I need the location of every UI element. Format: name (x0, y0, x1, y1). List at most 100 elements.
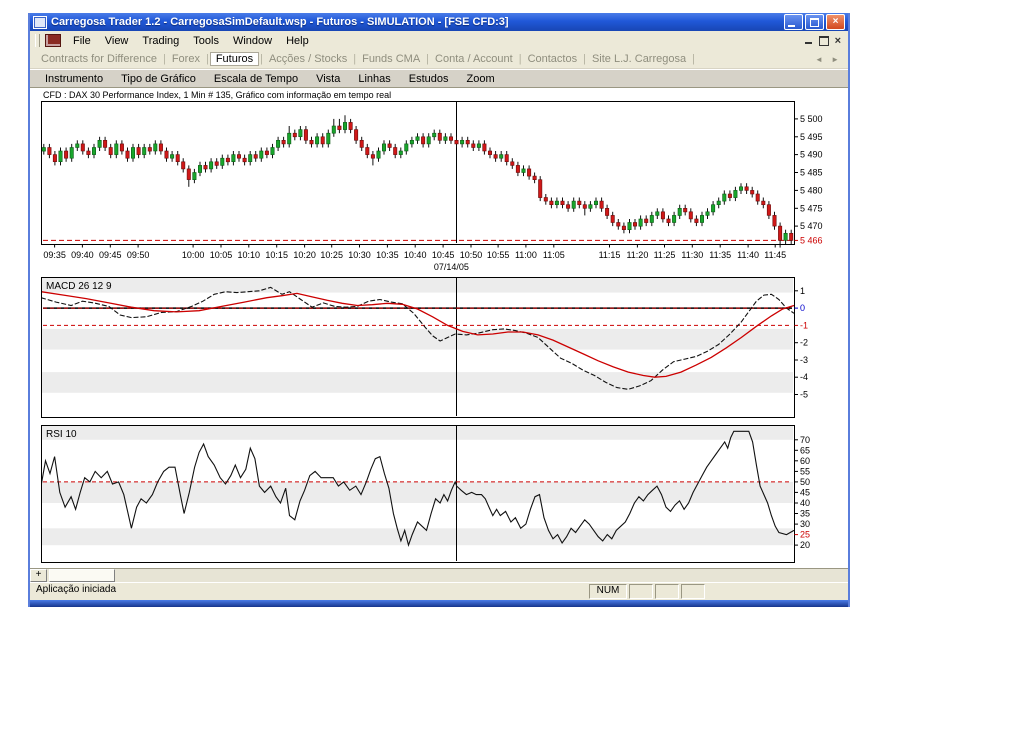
status-cell (655, 584, 679, 599)
menu-item-file[interactable]: File (66, 34, 98, 48)
svg-text:10:30: 10:30 (348, 250, 371, 260)
chart-menu-zoom[interactable]: Zoom (458, 72, 504, 86)
child-minimize-button[interactable] (805, 37, 813, 45)
window-bottom-border (30, 600, 848, 607)
tab-separator: | (583, 53, 586, 65)
svg-text:RSI 10: RSI 10 (46, 429, 77, 440)
svg-text:11:30: 11:30 (681, 250, 703, 260)
svg-text:0: 0 (800, 303, 805, 313)
svg-text:65: 65 (800, 445, 810, 455)
menu-grip[interactable] (35, 34, 40, 47)
tab-futuros[interactable]: Futuros (210, 52, 259, 66)
svg-text:45: 45 (800, 487, 810, 497)
tab-contracts-for-difference[interactable]: Contracts for Difference (36, 52, 162, 66)
svg-text:09:40: 09:40 (71, 250, 94, 260)
tab-contactos[interactable]: Contactos (523, 52, 583, 66)
tab-separator: | (206, 53, 209, 65)
menu-item-tools[interactable]: Tools (186, 34, 226, 48)
menu-bar: FileViewTradingToolsWindowHelp × (30, 31, 848, 50)
restore-button[interactable] (805, 14, 824, 30)
svg-text:MACD 26 12 9: MACD 26 12 9 (46, 281, 112, 292)
close-button[interactable]: × (826, 14, 845, 30)
minimize-button[interactable] (784, 14, 803, 30)
status-cells: NUM (589, 584, 705, 599)
menu-item-help[interactable]: Help (279, 34, 316, 48)
minimize-icon (788, 25, 795, 27)
tab-forex[interactable]: Forex (167, 52, 205, 66)
svg-text:11:45: 11:45 (764, 250, 786, 260)
chart-menu-escala-de-tempo[interactable]: Escala de Tempo (205, 72, 307, 86)
chart-window-icon[interactable] (45, 34, 61, 47)
svg-text:1: 1 (800, 286, 805, 296)
svg-text:30: 30 (800, 519, 810, 529)
svg-text:-5: -5 (800, 390, 808, 400)
svg-text:5 500: 5 500 (800, 114, 823, 124)
tab-conta-account[interactable]: Conta / Account (430, 52, 518, 66)
app-icon (33, 16, 47, 29)
svg-text:09:35: 09:35 (43, 250, 66, 260)
candlestick-chart[interactable]: 5 5005 4955 4905 4855 4805 4755 4705 466… (41, 101, 836, 276)
scrollbar-track[interactable] (115, 569, 848, 582)
svg-text:50: 50 (800, 477, 810, 487)
chart-menu-vista[interactable]: Vista (307, 72, 349, 86)
child-close-button[interactable]: × (835, 36, 841, 46)
svg-text:11:35: 11:35 (709, 250, 731, 260)
status-cell (629, 584, 653, 599)
svg-text:25: 25 (800, 530, 810, 540)
tab-separator: | (692, 53, 695, 65)
chart-menu-bar: InstrumentoTipo de GráficoEscala de Temp… (30, 69, 848, 88)
tab-accoes-stocks[interactable]: Acções / Stocks (264, 52, 352, 66)
child-restore-button[interactable] (819, 36, 829, 46)
svg-text:-2: -2 (800, 338, 808, 348)
svg-text:10:15: 10:15 (265, 250, 288, 260)
chart-menu-tipo-de-grafico[interactable]: Tipo de Gráfico (112, 72, 205, 86)
chart-menu-instrumento[interactable]: Instrumento (36, 72, 112, 86)
menu-item-view[interactable]: View (98, 34, 136, 48)
svg-text:60: 60 (800, 456, 810, 466)
svg-text:-1: -1 (800, 320, 808, 330)
svg-text:35: 35 (800, 509, 810, 519)
window-title: Carregosa Trader 1.2 - CarregosaSimDefau… (51, 16, 782, 28)
status-filler (707, 584, 845, 599)
scrollbar-thumb[interactable] (49, 569, 115, 582)
svg-text:20: 20 (800, 540, 810, 550)
status-message: Aplicação iniciada (33, 584, 587, 599)
expand-button[interactable]: + (30, 569, 47, 582)
chart-menu-linhas[interactable]: Linhas (349, 72, 399, 86)
menu-items: FileViewTradingToolsWindowHelp (66, 35, 316, 47)
svg-text:10:05: 10:05 (210, 250, 233, 260)
tab-separator: | (519, 53, 522, 65)
market-tabs: Contracts for Difference|Forex|Futuros|A… (36, 53, 696, 65)
svg-text:10:35: 10:35 (376, 250, 399, 260)
svg-text:-4: -4 (800, 372, 808, 382)
status-cell (681, 584, 705, 599)
horizontal-scrollbar: + (30, 568, 848, 582)
svg-text:10:25: 10:25 (320, 250, 343, 260)
rsi-chart[interactable]: RSI 107065605550454035302520 (41, 425, 836, 564)
svg-text:-3: -3 (800, 355, 808, 365)
svg-text:10:00: 10:00 (182, 250, 205, 260)
svg-text:09:50: 09:50 (127, 250, 150, 260)
tab-scroll-arrows[interactable]: ◄ ► (815, 55, 842, 64)
plus-icon: + (36, 569, 42, 580)
svg-text:07/14/05: 07/14/05 (434, 262, 469, 272)
tab-separator: | (260, 53, 263, 65)
tab-separator: | (426, 53, 429, 65)
svg-text:5 480: 5 480 (800, 185, 823, 195)
title-bar[interactable]: Carregosa Trader 1.2 - CarregosaSimDefau… (30, 13, 848, 31)
menu-item-window[interactable]: Window (226, 34, 279, 48)
chart-menu-estudos[interactable]: Estudos (400, 72, 458, 86)
status-cell-num: NUM (589, 584, 627, 599)
tab-separator: | (163, 53, 166, 65)
svg-text:11:25: 11:25 (654, 250, 676, 260)
menu-item-trading[interactable]: Trading (135, 34, 186, 48)
svg-text:5 475: 5 475 (800, 203, 823, 213)
svg-text:70: 70 (800, 435, 810, 445)
svg-text:5 485: 5 485 (800, 168, 823, 178)
tab-funds-cma[interactable]: Funds CMA (357, 52, 425, 66)
svg-text:10:45: 10:45 (432, 250, 455, 260)
macd-chart[interactable]: MACD 26 12 9 1 0 -1 -2 -3 -4 -5 (41, 277, 836, 419)
svg-text:5 470: 5 470 (800, 221, 823, 231)
tab-site-l-j-carregosa[interactable]: Site L.J. Carregosa (587, 52, 691, 66)
svg-text:40: 40 (800, 498, 810, 508)
